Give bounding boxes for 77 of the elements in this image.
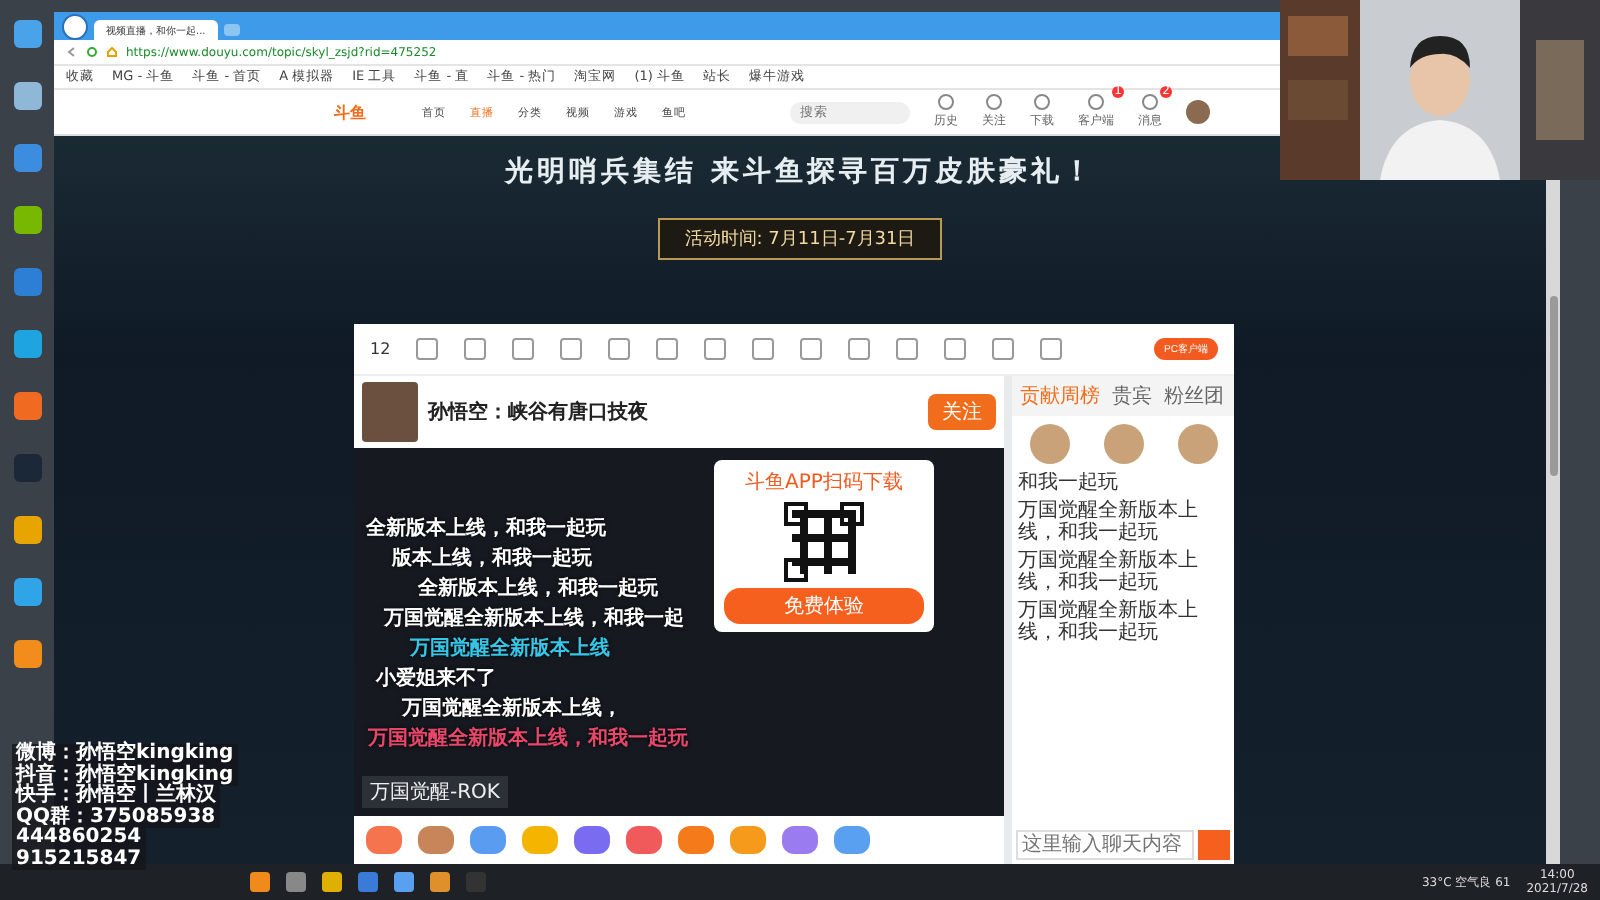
desktop-icon[interactable] [13,392,41,420]
chat-message: 万国觉醒全新版本上线，和我一起玩 [1018,549,1200,595]
toolbar-icon[interactable] [608,338,631,360]
danmaku-comment: 万国觉醒全新版本上线， [402,694,622,721]
toolbar-icon[interactable] [704,338,727,360]
chat-message: 万国觉醒全新版本上线，和我一起玩 [1018,499,1200,545]
home-icon[interactable] [106,46,118,58]
gift-icon[interactable] [366,826,402,854]
event-dates: 活动时间: 7月11日-7月31日 [658,218,942,260]
desktop-icon[interactable] [13,82,41,110]
chat-input[interactable]: 这里输入聊天内容 [1016,830,1194,860]
social-info-text: QQ群：375085938 [12,807,220,828]
toolbar-icon[interactable] [752,338,775,360]
danmaku-comment: 万国觉醒全新版本上线，和我一起 [384,604,684,631]
gift-icon[interactable] [626,826,662,854]
danmaku-comment: 万国觉醒全新版本上线，和我一起玩 [368,724,688,751]
gift-icon[interactable] [418,826,454,854]
fan-avatar[interactable] [1029,424,1069,464]
gift-icon[interactable] [678,826,714,854]
fan-avatar[interactable] [1103,424,1143,464]
header-icon[interactable] [1088,94,1104,110]
gift-icon[interactable] [834,826,870,854]
toolbar-icon[interactable] [800,338,823,360]
social-info-text: 抖音：孙悟空kingking [12,765,238,786]
stream-title: 孙悟空：峡谷有唐口技夜 [428,398,648,426]
social-info-text: 915215847 [12,849,146,870]
user-avatar[interactable] [1186,100,1210,124]
toolbar-icon[interactable] [944,338,967,360]
qr-popup-title: 斗鱼APP扫码下载 [745,469,903,496]
danmaku-comment: 全新版本上线，和我一起玩 [366,514,606,541]
social-info-text: 444860254 [12,828,146,849]
scrollbar-thumb[interactable] [1549,296,1557,476]
desktop-icon[interactable] [13,330,41,358]
toolbar-icon[interactable] [560,338,583,360]
desktop-icon[interactable] [13,206,41,234]
header-icon[interactable] [1034,94,1050,110]
toolbar-icon[interactable] [656,338,679,360]
desktop-icon[interactable] [13,268,41,296]
toolbar-icon[interactable] [1040,338,1063,360]
video-player[interactable]: 全新版本上线，和我一起玩 版本上线，和我一起玩 全新版本上线，和我一起玩 万国觉醒全新版本上线，和我一起 万国觉醒全新版本上线 小爱姐来不了 万国觉醒全新版本上线， 万国觉醒全新版本上线，和我一起玩 斗鱼APP扫码下载 免费体验 万国觉醒-ROK [354,448,1004,816]
gift-icon[interactable] [730,826,766,854]
new-tab-button[interactable] [223,24,240,36]
toolbar-icon[interactable] [848,338,871,360]
desktop-icon[interactable] [13,516,41,544]
danmaku-comment: 版本上线，和我一起玩 [392,545,592,571]
back-icon[interactable] [66,46,78,58]
toolbar-icon[interactable] [992,338,1015,360]
header-icon[interactable] [986,94,1002,110]
desktop-icon[interactable] [13,640,41,668]
desktop-icon[interactable] [13,144,41,172]
danmaku-comment: 万国觉醒全新版本上线 [410,634,610,661]
fan-avatar[interactable] [1177,424,1217,464]
toolbar-icon[interactable] [896,338,919,360]
toolbar-icon[interactable] [512,338,535,360]
header-icon[interactable] [938,94,954,110]
qr-code [784,502,864,582]
desktop-icon[interactable] [13,578,41,606]
gift-icon[interactable] [470,826,506,854]
danmaku-comment: 全新版本上线，和我一起玩 [418,574,658,601]
gift-icon[interactable] [782,826,818,854]
danmaku-comment: 小爱姐来不了 [376,665,496,691]
window-title: 万国觉醒-ROK [362,776,508,808]
header-icon[interactable] [1142,94,1158,110]
banner-headline: 光明哨兵集结 来斗鱼探寻百万皮肤豪礼！ [505,154,1095,190]
social-info-text: 快手：孙悟空丨兰林汉 [12,786,220,807]
social-info-text: 微博：孙悟空kingking [12,744,238,765]
chat-tab[interactable]: 贵宾 [1108,382,1156,410]
chat-tab[interactable]: 粉丝团 [1160,382,1228,410]
chat-message: 万国觉醒全新版本上线，和我一起玩 [1018,599,1200,645]
gift-icon[interactable] [522,826,558,854]
level-number: 12 [370,340,391,358]
toolbar-icon[interactable] [416,338,439,360]
refresh-icon[interactable] [86,46,98,58]
gift-icon[interactable] [574,826,610,854]
chat-message: 和我一起玩 [1018,472,1120,495]
desktop-icon[interactable] [13,20,41,48]
toolbar-icon[interactable] [464,338,487,360]
